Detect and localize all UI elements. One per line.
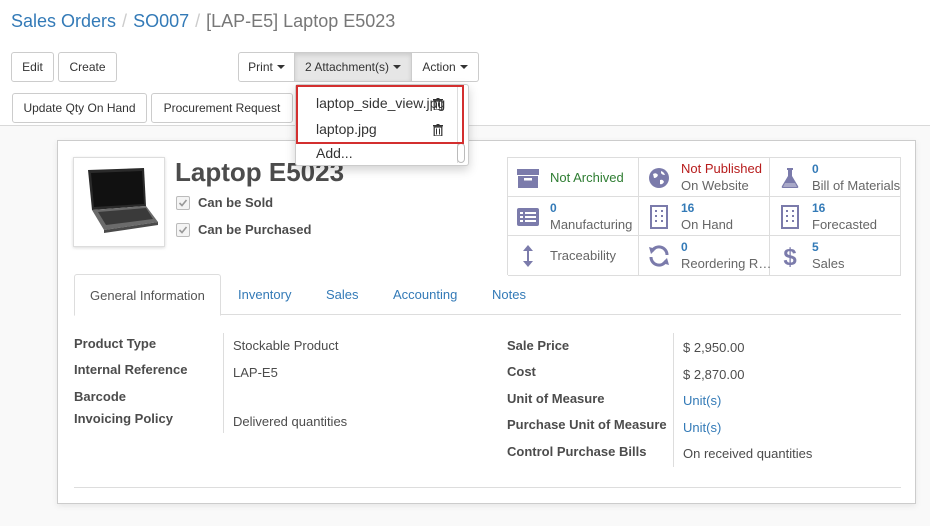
- product-type-label: Product Type: [74, 336, 157, 351]
- control-purchase-bills-value: On received quantities: [683, 446, 813, 461]
- notebook-tabs: General Information Inventory Sales Acco…: [74, 274, 901, 316]
- reordering-label: Reordering R…: [681, 256, 772, 271]
- forecasted-label: Forecasted: [812, 217, 878, 232]
- bom-label: Bill of Materials: [812, 178, 901, 193]
- refresh-icon: [649, 245, 669, 267]
- manufacturing-label: Manufacturing: [550, 217, 633, 232]
- sales-label: Sales: [812, 256, 845, 271]
- bom-count: 0: [812, 162, 819, 176]
- tab-sales[interactable]: Sales: [326, 274, 359, 315]
- arrows-vertical-icon: [523, 245, 533, 267]
- breadcrumb-separator: /: [122, 11, 128, 31]
- list-icon: [517, 208, 539, 226]
- can-be-purchased-checkbox[interactable]: [176, 222, 190, 237]
- internal-reference-value: LAP-E5: [233, 365, 278, 380]
- smart-button-traceability[interactable]: Traceability: [508, 236, 639, 276]
- print-button[interactable]: Print: [238, 52, 295, 82]
- sales-count: 5: [812, 240, 819, 254]
- can-be-sold-row: Can be Sold: [176, 195, 273, 210]
- website-label: On Website: [681, 178, 749, 193]
- can-be-purchased-row: Can be Purchased: [176, 222, 311, 237]
- product-type-value: Stockable Product: [233, 338, 339, 353]
- create-button[interactable]: Create: [58, 52, 117, 82]
- svg-text:$: $: [783, 244, 797, 268]
- breadcrumb-current: [LAP-E5] Laptop E5023: [206, 11, 396, 31]
- update-qty-button[interactable]: Update Qty On Hand: [12, 93, 147, 123]
- breadcrumb-separator: /: [195, 11, 201, 31]
- can-be-sold-checkbox[interactable]: [176, 195, 190, 210]
- smart-button-onhand[interactable]: 16 On Hand: [639, 197, 770, 236]
- archive-status: Not Archived: [550, 170, 624, 185]
- onhand-label: On Hand: [681, 217, 734, 232]
- procurement-request-button[interactable]: Procurement Request: [151, 93, 293, 123]
- dropdown-scrollbar[interactable]: [455, 85, 465, 165]
- smart-buttons: Not Archived Not Published On Website 0 …: [507, 157, 901, 276]
- tab-general-information[interactable]: General Information: [74, 274, 221, 316]
- action-label: Action: [422, 60, 456, 74]
- building-icon: [781, 205, 799, 229]
- purchase-uom-label: Purchase Unit of Measure: [507, 417, 667, 432]
- tab-notes[interactable]: Notes: [492, 274, 526, 315]
- building-icon: [650, 205, 668, 229]
- breadcrumb-so007[interactable]: SO007: [133, 11, 189, 31]
- caret-down-icon: [393, 65, 402, 69]
- sheet-bottom-divider: [74, 487, 901, 488]
- smart-button-manufacturing[interactable]: 0 Manufacturing: [508, 197, 639, 236]
- invoicing-policy-value: Delivered quantities: [233, 414, 348, 429]
- cost-label: Cost: [507, 364, 536, 379]
- archive-icon: [517, 169, 539, 188]
- barcode-label: Barcode: [74, 389, 127, 404]
- control-purchase-bills-label: Control Purchase Bills: [507, 444, 647, 459]
- dollar-icon: $: [783, 244, 797, 268]
- smart-button-bom[interactable]: 0 Bill of Materials: [770, 158, 901, 197]
- breadcrumb: Sales Orders / SO007/[LAP-E5] Laptop E5023: [11, 11, 395, 32]
- field-divider: [673, 333, 674, 467]
- traceability-label: Traceability: [550, 248, 616, 263]
- action-button[interactable]: Action: [412, 52, 479, 82]
- check-icon: [178, 225, 188, 234]
- manufacturing-count: 0: [550, 201, 557, 215]
- smart-button-sales[interactable]: $ 5 Sales: [770, 236, 901, 276]
- attachments-label: 2 Attachment(s): [304, 60, 390, 74]
- can-be-purchased-label: Can be Purchased: [198, 222, 312, 237]
- add-attachment-item[interactable]: Add...: [316, 145, 353, 161]
- flask-icon: [781, 168, 799, 188]
- smart-button-forecasted[interactable]: 16 Forecasted: [770, 197, 901, 236]
- laptop-image: [88, 168, 158, 233]
- trash-icon[interactable]: [433, 98, 443, 110]
- unit-of-measure-link[interactable]: Unit(s): [683, 393, 721, 408]
- forecasted-count: 16: [812, 201, 826, 215]
- product-image[interactable]: [73, 157, 165, 247]
- breadcrumb-sales-orders[interactable]: Sales Orders: [11, 11, 116, 31]
- caret-down-icon: [459, 65, 468, 69]
- attachments-dropdown: laptop_side_view.jpg laptop.jpg Add...: [295, 84, 469, 166]
- internal-reference-label: Internal Reference: [74, 362, 188, 377]
- attachments-button[interactable]: 2 Attachment(s): [295, 52, 412, 82]
- can-be-sold-label: Can be Sold: [198, 195, 274, 210]
- onhand-count: 16: [681, 201, 695, 215]
- attachment-item[interactable]: laptop.jpg: [316, 121, 377, 137]
- attachment-item[interactable]: laptop_side_view.jpg: [316, 95, 445, 111]
- scrollbar-thumb[interactable]: [457, 143, 465, 163]
- print-label: Print: [248, 60, 273, 74]
- globe-icon: [649, 168, 669, 188]
- unit-of-measure-label: Unit of Measure: [507, 391, 605, 406]
- trash-icon[interactable]: [433, 124, 443, 136]
- sale-price-value: $ 2,950.00: [683, 340, 745, 355]
- check-icon: [178, 198, 188, 207]
- field-divider: [223, 333, 224, 433]
- smart-button-website[interactable]: Not Published On Website: [639, 158, 770, 197]
- tab-accounting[interactable]: Accounting: [393, 274, 457, 315]
- reordering-count: 0: [681, 240, 688, 254]
- sale-price-label: Sale Price: [507, 338, 570, 353]
- purchase-uom-link[interactable]: Unit(s): [683, 420, 721, 435]
- edit-button[interactable]: Edit: [11, 52, 54, 82]
- cost-value: $ 2,870.00: [683, 367, 745, 382]
- tab-inventory[interactable]: Inventory: [238, 274, 291, 315]
- smart-button-reordering[interactable]: 0 Reordering R…: [639, 236, 772, 276]
- caret-down-icon: [276, 65, 285, 69]
- invoicing-policy-label: Invoicing Policy: [74, 411, 173, 426]
- website-status: Not Published: [681, 161, 762, 176]
- smart-button-archive[interactable]: Not Archived: [508, 158, 639, 197]
